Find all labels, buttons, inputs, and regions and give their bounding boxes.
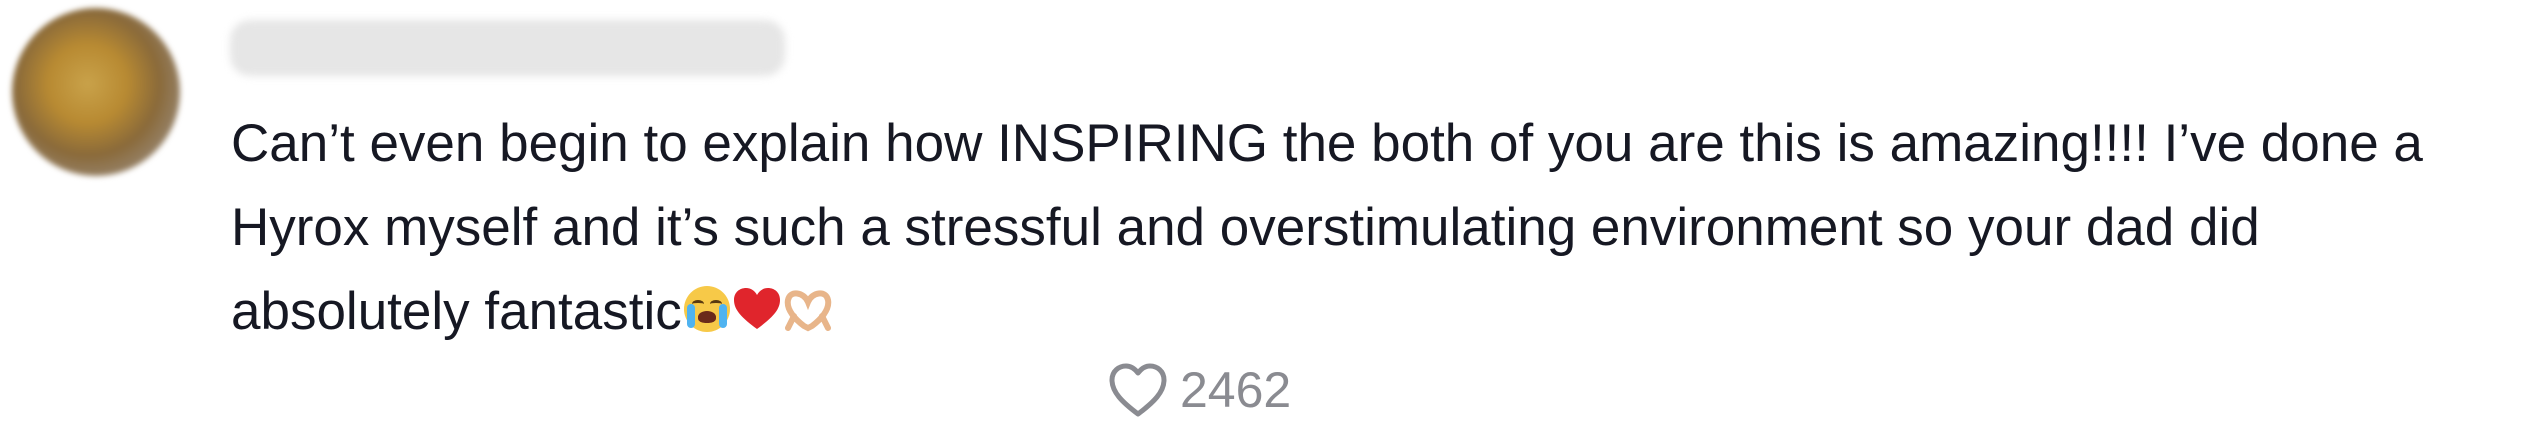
loudly-crying-face-emoji (683, 286, 730, 332)
avatar[interactable] (12, 8, 180, 176)
username[interactable]: alicebentleycreative (230, 20, 785, 76)
red-heart-emoji (732, 286, 782, 332)
heart-outline-icon[interactable] (1108, 362, 1168, 418)
like-section[interactable]: 2462 (1108, 360, 1291, 420)
comment-item: alicebentleycreative Can’t even begin to… (0, 0, 2522, 448)
heart-hands-emoji (784, 286, 832, 332)
comment-body: Can’t even begin to explain how INSPIRIN… (231, 114, 2423, 341)
like-count: 2462 (1180, 362, 1292, 418)
comment-text: Can’t even begin to explain how INSPIRIN… (231, 102, 2501, 354)
username-text: alicebentleycreative (230, 20, 785, 76)
